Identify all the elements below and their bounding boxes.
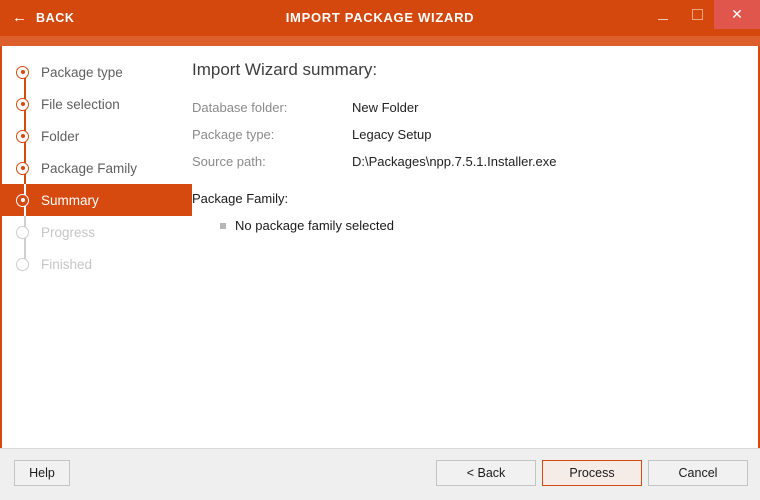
table-row: Source path: D:\Packages\npp.7.5.1.Insta… xyxy=(192,148,738,175)
maximize-icon xyxy=(691,9,703,20)
list-item: No package family selected xyxy=(220,218,738,233)
package-family-item-label: No package family selected xyxy=(235,218,394,233)
sidebar-step-folder[interactable]: Folder xyxy=(2,120,192,152)
close-button[interactable]: ✕ xyxy=(714,0,760,29)
sidebar-step-label: Package type xyxy=(41,64,123,80)
step-marker-icon xyxy=(16,129,29,143)
minimize-button[interactable] xyxy=(646,0,680,29)
sidebar-step-label: Progress xyxy=(41,224,96,240)
sidebar-step-finished: Finished xyxy=(2,248,192,280)
table-row: Package type: Legacy Setup xyxy=(192,121,738,148)
sidebar-step-progress: Progress xyxy=(2,216,192,248)
help-button[interactable]: Help xyxy=(14,460,70,486)
step-marker-icon xyxy=(16,161,29,175)
minimize-icon xyxy=(658,19,668,20)
table-row: Database folder: New Folder xyxy=(192,94,738,121)
package-family-list: No package family selected xyxy=(192,218,738,233)
package-family-heading: Package Family: xyxy=(192,191,289,206)
step-navigation-sidebar: Package type File selection Folder Packa… xyxy=(2,46,192,448)
bullet-square-icon xyxy=(220,222,226,229)
summary-row-label: Package type: xyxy=(192,127,275,142)
step-marker-icon xyxy=(16,193,29,207)
summary-row-value: New Folder xyxy=(352,100,419,115)
sidebar-step-package-type[interactable]: Package type xyxy=(2,56,192,88)
sidebar-step-file-selection[interactable]: File selection xyxy=(2,88,192,120)
summary-row-label: Database folder: xyxy=(192,100,288,115)
step-marker-icon xyxy=(16,225,29,239)
maximize-button[interactable] xyxy=(680,0,714,29)
summary-panel: Import Wizard summary: Database folder: … xyxy=(192,46,758,448)
close-icon: ✕ xyxy=(731,5,743,22)
sidebar-step-label: Summary xyxy=(41,192,99,208)
window-controls: ✕ xyxy=(646,0,760,29)
sidebar-step-label: Finished xyxy=(41,256,93,272)
step-marker-icon xyxy=(16,65,29,79)
summary-row-label: Source path: xyxy=(192,154,266,169)
sidebar-step-label: Package Family xyxy=(41,160,138,176)
sidebar-step-label: Folder xyxy=(41,128,80,144)
wizard-footer: Help < Back Process Cancel xyxy=(0,448,760,500)
sidebar-step-summary[interactable]: Summary xyxy=(2,184,192,216)
sidebar-step-label: File selection xyxy=(41,96,120,112)
sidebar-step-package-family[interactable]: Package Family xyxy=(2,152,192,184)
process-button[interactable]: Process xyxy=(542,460,642,486)
summary-row-value: D:\Packages\npp.7.5.1.Installer.exe xyxy=(352,154,557,169)
page-title: Import Wizard summary: xyxy=(192,60,378,79)
step-marker-icon xyxy=(16,257,29,271)
title-accent-band xyxy=(0,36,760,46)
wizard-window: ← BACK IMPORT PACKAGE WIZARD ✕ Package t… xyxy=(0,0,760,500)
wizard-body: Package type File selection Folder Packa… xyxy=(2,46,758,448)
step-marker-icon xyxy=(16,97,29,111)
title-bar: ← BACK IMPORT PACKAGE WIZARD ✕ xyxy=(0,0,760,36)
summary-details-table: Database folder: New Folder Package type… xyxy=(192,94,738,175)
back-button[interactable]: < Back xyxy=(436,460,536,486)
cancel-button[interactable]: Cancel xyxy=(648,460,748,486)
summary-row-value: Legacy Setup xyxy=(352,127,432,142)
